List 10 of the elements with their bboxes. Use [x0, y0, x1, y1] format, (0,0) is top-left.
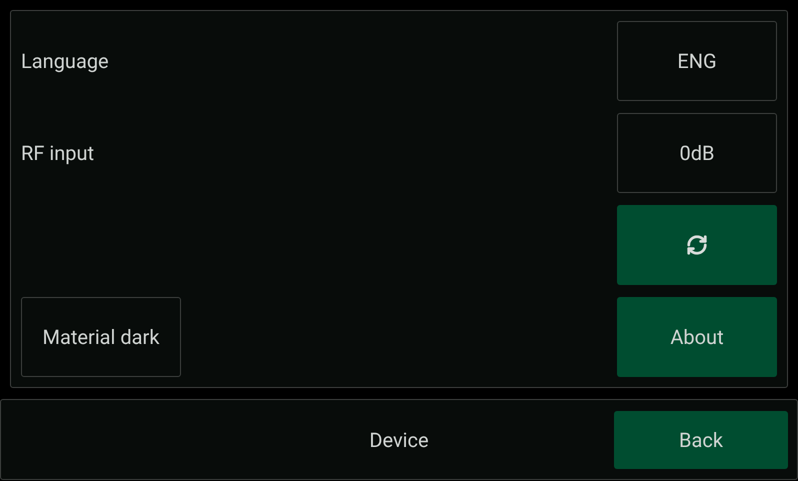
setting-label: RF input: [21, 140, 94, 167]
option-button[interactable]: Material dark: [21, 297, 181, 377]
option-button[interactable]: 0dB: [617, 113, 777, 193]
option-button[interactable]: ENG: [617, 21, 777, 101]
setting-label: Language: [21, 48, 109, 75]
action-button[interactable]: Back: [614, 410, 788, 468]
screen-title: Device: [369, 426, 429, 454]
refresh-button[interactable]: [617, 205, 777, 285]
refresh-icon: [686, 234, 708, 256]
action-button[interactable]: About: [617, 297, 777, 377]
